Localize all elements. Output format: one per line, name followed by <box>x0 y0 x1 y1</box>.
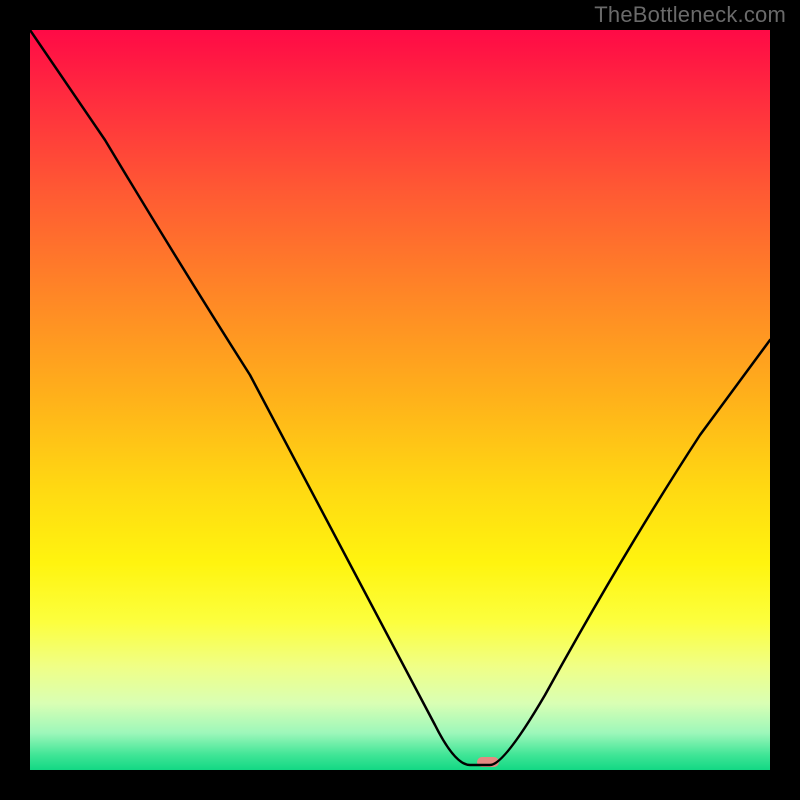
bottleneck-curve-path <box>30 30 770 765</box>
plot-area <box>30 30 770 770</box>
chart-frame: TheBottleneck.com <box>0 0 800 800</box>
watermark-text: TheBottleneck.com <box>594 2 786 28</box>
bottleneck-curve-svg <box>30 30 770 770</box>
